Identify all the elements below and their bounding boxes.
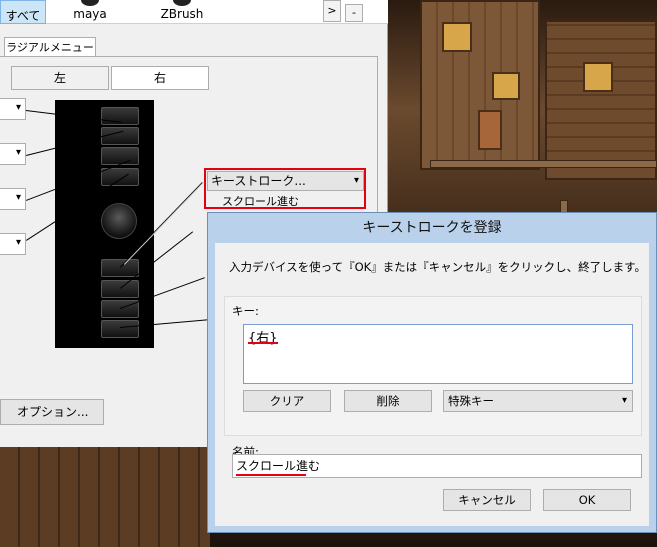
handedness-left-button[interactable]: 左 [11,66,109,90]
chevron-down-icon: ▾ [15,237,21,248]
house-window [442,22,472,52]
house-window [492,72,520,100]
clear-button[interactable]: クリア [243,390,331,412]
app-maya-label: maya [73,7,107,21]
dialog-title: キーストロークを登録 [362,220,502,236]
house-window [583,62,613,92]
chevron-down-icon: ▾ [15,147,21,158]
app-all[interactable]: すべて [0,0,46,24]
delete-button[interactable]: 削除 [344,390,432,412]
express-key [101,127,139,145]
key-3-assignment[interactable]: ▾ [0,188,26,210]
chevron-down-icon: ▾ [621,395,627,406]
express-key [101,147,139,165]
special-key-select[interactable]: 特殊キー ▾ [443,390,633,412]
chevron-down-icon: ▾ [15,192,21,203]
handedness-right-button[interactable]: 右 [111,66,209,90]
key-label: キー: [232,304,259,318]
keystroke-dialog: キーストロークを登録 入力デバイスを使って『OK』または『キャンセル』をクリック… [207,212,657,533]
name-value-underline [236,474,306,476]
key-value-underline [248,342,278,344]
key-4-assignment[interactable]: ▾ [0,233,26,255]
express-key [101,320,139,338]
app-all-label: すべて [5,9,41,23]
house-door [478,110,502,150]
house-right [545,20,657,180]
name-field-value: スクロール進む [236,459,321,473]
app-maya[interactable]: maya [60,0,120,24]
lower-scene [0,447,210,547]
remove-app-button[interactable]: - [345,4,363,22]
ok-button[interactable]: OK [543,489,631,511]
house-left [420,0,540,170]
dialog-body: 入力デバイスを使って『OK』または『キャンセル』をクリックし、終了します。 キー… [215,243,649,526]
chevron-down-icon: ▾ [15,102,21,113]
next-app-button[interactable]: > [323,0,341,22]
zbrush-icon [173,0,191,6]
chevron-down-icon: ▾ [353,175,359,186]
touch-ring [101,203,137,239]
keystroke-assignment-dropdown[interactable]: キーストローク... ▾ [207,171,364,191]
maya-icon [81,0,99,6]
application-strip: すべて maya ZBrush > - [0,0,388,24]
express-key [101,259,139,277]
dialog-instruction: 入力デバイスを使って『OK』または『キャンセル』をクリックし、終了します。 [229,260,647,274]
options-button[interactable]: オプション... [0,399,104,425]
tab-radial-menu[interactable]: ラジアルメニュー [4,37,96,57]
app-zbrush[interactable]: ZBrush [150,0,214,24]
keystroke-dropdown-value: キーストローク... [211,174,306,188]
name-field[interactable]: スクロール進む [232,454,642,478]
wood-beam [430,160,657,168]
express-key [101,168,139,186]
app-zbrush-label: ZBrush [160,7,204,21]
keystroke-assignment-subtitle: スクロール進む [222,195,299,208]
key-capture-field[interactable]: {右} [243,324,633,384]
key-1-assignment[interactable]: ▾ [0,98,26,120]
key-2-assignment[interactable]: ▾ [0,143,26,165]
cancel-button[interactable]: キャンセル [443,489,531,511]
